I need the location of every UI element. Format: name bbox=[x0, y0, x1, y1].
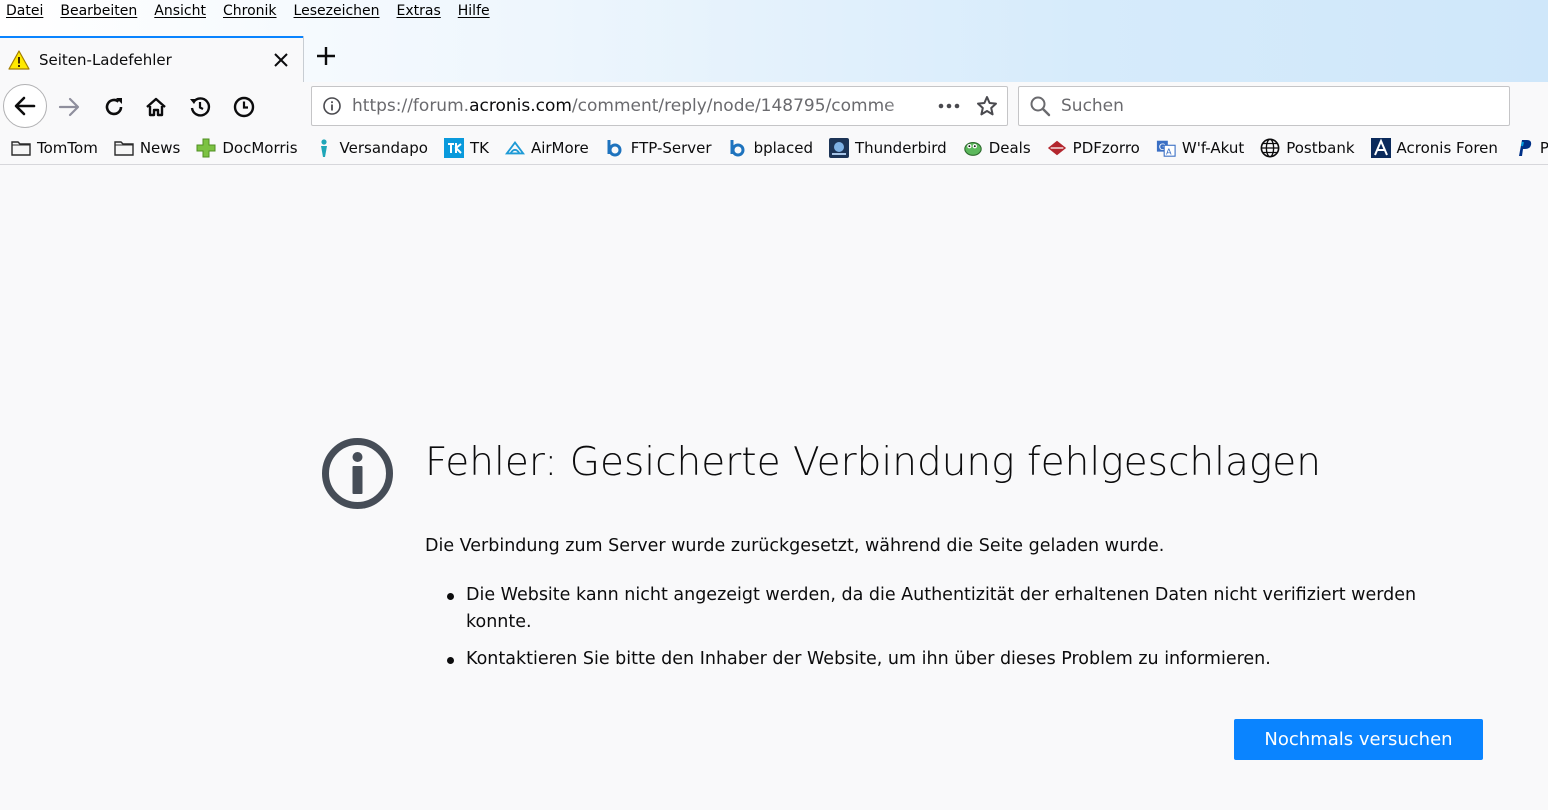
thunderbird-icon bbox=[828, 138, 849, 158]
plus-icon bbox=[317, 47, 335, 65]
tab-seiten-ladefehler[interactable]: Seiten-Ladefehler bbox=[0, 36, 303, 82]
menu-lesezeichen[interactable]: Lesezeichen bbox=[294, 3, 380, 19]
bookmark-deals[interactable]: Deals bbox=[963, 138, 1031, 158]
bookmark-label: FTP-Server bbox=[630, 139, 712, 157]
menu-bar: Datei Bearbeiten Ansicht Chronik Lesezei… bbox=[0, 0, 1548, 22]
bplaced-icon bbox=[605, 138, 625, 158]
bookmark-versandapo[interactable]: Versandapo bbox=[314, 138, 428, 158]
url-host: acronis.com bbox=[469, 96, 572, 116]
bookmark-pdfzorro[interactable]: PDFzorro bbox=[1047, 138, 1140, 158]
pdfzorro-icon bbox=[1047, 138, 1067, 158]
bookmark-label: Postbank bbox=[1286, 139, 1355, 157]
tk-icon bbox=[443, 138, 464, 158]
bookmark-wf-akut[interactable]: GA W'f-Akut bbox=[1156, 138, 1244, 158]
history-icon bbox=[190, 97, 211, 117]
recent-history-button[interactable] bbox=[229, 92, 259, 122]
menu-chronik[interactable]: Chronik bbox=[223, 3, 277, 19]
bookmark-label: Deals bbox=[988, 139, 1031, 157]
folder-icon bbox=[11, 138, 31, 158]
bplaced-icon bbox=[728, 138, 748, 158]
tab-title: Seiten-Ladefehler bbox=[39, 51, 172, 69]
bookmark-star-icon[interactable] bbox=[967, 87, 1007, 125]
reload-button[interactable] bbox=[99, 92, 129, 122]
error-title: Fehler: Gesicherte Verbindung fehlgeschl… bbox=[425, 440, 1321, 485]
browser-chrome-top: Datei Bearbeiten Ansicht Chronik Lesezei… bbox=[0, 0, 1548, 82]
history-button[interactable] bbox=[185, 92, 215, 122]
airmore-icon bbox=[504, 138, 525, 158]
bookmark-label: TomTom bbox=[37, 139, 98, 157]
navigation-toolbar: https://forum.acronis.com/comment/reply/… bbox=[0, 82, 1548, 132]
search-bar[interactable] bbox=[1018, 86, 1510, 126]
svg-text:A: A bbox=[1166, 146, 1172, 156]
bookmark-label: Thunderbird bbox=[854, 139, 947, 157]
bookmark-label: DocMorris bbox=[222, 139, 298, 157]
page-actions-icon[interactable] bbox=[931, 87, 967, 125]
acronis-icon bbox=[1370, 138, 1391, 158]
bookmark-label: PDFzorro bbox=[1072, 139, 1140, 157]
bookmark-label: Acronis Foren bbox=[1396, 139, 1498, 157]
url-prefix: https://forum. bbox=[352, 96, 470, 116]
warning-icon bbox=[8, 50, 30, 70]
menu-hilfe[interactable]: Hilfe bbox=[458, 3, 490, 19]
bookmark-label: bplaced bbox=[753, 139, 813, 157]
globe-icon bbox=[1260, 138, 1280, 158]
bookmark-thunderbird[interactable]: Thunderbird bbox=[828, 138, 947, 158]
search-input[interactable] bbox=[1061, 96, 1509, 116]
bookmark-postbank[interactable]: Postbank bbox=[1260, 138, 1355, 158]
folder-icon bbox=[114, 138, 134, 158]
wf-akut-icon: GA bbox=[1156, 138, 1176, 158]
bookmark-label: W'f-Akut bbox=[1181, 139, 1245, 157]
url-path: /comment/reply/node/148795/comme bbox=[571, 96, 895, 116]
bookmark-tk[interactable]: TK bbox=[443, 138, 489, 158]
home-button[interactable] bbox=[141, 92, 171, 122]
bookmark-label: AirMore bbox=[530, 139, 589, 157]
error-description: Die Verbindung zum Server wurde zurückge… bbox=[425, 536, 1165, 556]
bookmark-label: Versandapo bbox=[339, 139, 428, 157]
arrow-left-icon bbox=[14, 96, 36, 116]
new-tab-button[interactable] bbox=[310, 40, 342, 72]
bookmarks-toolbar: TomTom News DocMorris Versandapo TK AirM… bbox=[0, 132, 1548, 165]
url-bar[interactable]: https://forum.acronis.com/comment/reply/… bbox=[311, 86, 1008, 126]
bookmark-airmore[interactable]: AirMore bbox=[504, 138, 589, 158]
docmorris-icon bbox=[196, 138, 216, 158]
menu-ansicht[interactable]: Ansicht bbox=[154, 3, 206, 19]
site-info-icon[interactable] bbox=[312, 87, 352, 125]
forward-button[interactable] bbox=[54, 92, 84, 122]
bookmark-news[interactable]: News bbox=[114, 138, 181, 158]
back-button[interactable] bbox=[3, 84, 47, 128]
arrow-right-icon bbox=[58, 97, 80, 117]
bookmark-ftp-server[interactable]: FTP-Server bbox=[605, 138, 712, 158]
versandapo-icon bbox=[314, 138, 334, 158]
clock-icon bbox=[233, 96, 255, 118]
list-item: Die Website kann nicht angezeigt werden,… bbox=[447, 582, 1456, 636]
bookmark-bplaced[interactable]: bplaced bbox=[728, 138, 813, 158]
url-text[interactable]: https://forum.acronis.com/comment/reply/… bbox=[352, 96, 931, 116]
bookmark-paypal[interactable]: P bbox=[1514, 138, 1548, 158]
info-icon bbox=[321, 437, 394, 510]
paypal-icon bbox=[1514, 138, 1534, 158]
deals-icon bbox=[963, 138, 983, 158]
list-item: Kontaktieren Sie bitte den Inhaber der W… bbox=[447, 646, 1456, 673]
menu-extras[interactable]: Extras bbox=[397, 3, 441, 19]
reload-icon bbox=[105, 98, 123, 116]
home-icon bbox=[146, 97, 166, 117]
retry-button[interactable]: Nochmals versuchen bbox=[1234, 719, 1483, 760]
close-tab-icon[interactable] bbox=[265, 44, 297, 76]
bookmark-label: TK bbox=[469, 139, 489, 157]
bookmark-label: P bbox=[1540, 139, 1548, 157]
bookmark-tomtom[interactable]: TomTom bbox=[11, 138, 98, 158]
bookmark-label: News bbox=[139, 139, 181, 157]
error-details-list: Die Website kann nicht angezeigt werden,… bbox=[447, 582, 1456, 683]
menu-bearbeiten[interactable]: Bearbeiten bbox=[60, 3, 137, 19]
bookmark-docmorris[interactable]: DocMorris bbox=[196, 138, 298, 158]
search-icon[interactable] bbox=[1019, 87, 1061, 125]
menu-datei[interactable]: Datei bbox=[6, 3, 43, 19]
bookmark-acronis-foren[interactable]: Acronis Foren bbox=[1370, 138, 1498, 158]
